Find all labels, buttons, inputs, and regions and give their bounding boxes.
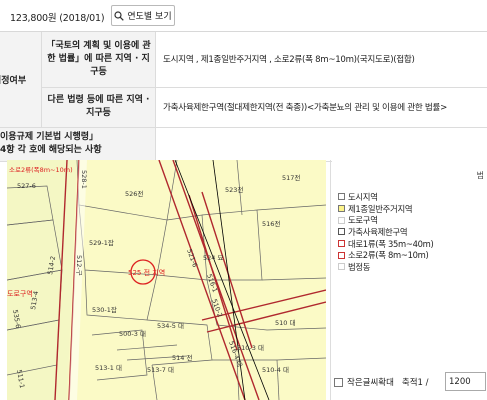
- legend-swatch: [338, 205, 345, 213]
- parcel-label: 534-5 대: [157, 322, 184, 330]
- legend-label: 가축사육제한구역: [348, 226, 408, 237]
- legend-corner-label: 범: [476, 171, 484, 180]
- parcel-label: 517전: [282, 173, 300, 182]
- legend-label: 도시지역: [348, 191, 378, 202]
- parcel-label: 529-1잡: [89, 239, 114, 247]
- legend-item: 소로2류(폭 8m~10m): [338, 249, 434, 261]
- row-value-national-plan: 도시지역 , 제1종일반주거지역 , 소로2류(폭 8m~10m)(국지도로)(…: [155, 32, 487, 88]
- zoom-row: 작은글씨확대 축적1 / 1200: [334, 372, 487, 392]
- parcel-label: 530-1잡: [92, 306, 117, 314]
- target-parcel-label: 525 전 지역: [128, 268, 165, 277]
- legend-label: 도로구역: [348, 215, 378, 226]
- scale-value: 1200: [449, 376, 471, 387]
- table-row: 지정여부 「국토의 계획 및 이용에 관한 법률」에 따른 지역 · 지구등 도…: [0, 32, 487, 128]
- row-head-line: 이용규제 기본법 시행령」: [0, 132, 99, 142]
- parcel-label: 516전: [262, 219, 280, 228]
- parcel-label: 513-1 대: [95, 364, 122, 372]
- parcel-label: 513-7 대: [147, 366, 174, 374]
- legend-list: 도시지역 제1종일반주거지역 도로구역 가축사육제한구역 대로1류(폭 35m~40m)…: [338, 191, 434, 273]
- legend-swatch: [338, 251, 345, 259]
- legend-label: 대로1류(폭 35m~40m): [348, 238, 434, 249]
- official-land-price: 123,800원 (2018/01): [10, 13, 105, 24]
- legend-item: 도시지역: [338, 191, 434, 203]
- parcel-label: 514 전: [172, 353, 192, 362]
- parcel-label: 523전: [225, 185, 243, 194]
- year-view-label: 연도별 보기: [127, 12, 172, 22]
- parcel-label: 510-4 대: [262, 366, 289, 374]
- zone-label: 소로2류(폭8m~10m): [9, 166, 73, 174]
- row-head-national-plan: 「국토의 계획 및 이용에 관한 법률」에 따른 지역 · 지구등: [41, 32, 156, 88]
- parcel-label: 512-구: [75, 255, 83, 276]
- parcel-label: 528-1: [80, 170, 88, 189]
- legend-label: 소로2류(폭 8m~10m): [348, 250, 429, 261]
- legend-swatch: [338, 228, 345, 236]
- parcel-label: 527-6: [17, 182, 36, 190]
- scale-select[interactable]: 1200: [445, 372, 486, 391]
- legend-item: 도로구역: [338, 214, 434, 226]
- parcel-label: 500-3 대: [119, 330, 146, 338]
- legend-panel: 범 도시지역 제1종일반주거지역 도로구역 가축사육제한구역 대로1류(폭 35m~40…: [332, 160, 487, 400]
- year-view-button[interactable]: 연도별 보기: [111, 5, 175, 26]
- parcel-label: 524 묘: [203, 254, 223, 262]
- legend-item: 제1종일반주거지역: [338, 203, 434, 215]
- zoom-checkbox[interactable]: [334, 377, 343, 387]
- table-row: 다른 법령 등에 따른 지역 · 지구등 가축사육제한구역(절대제한지역(전 축…: [0, 87, 487, 128]
- cadastral-map[interactable]: 527-6 526전 523전 529-1잡 524 묘 516전 530-1잡…: [7, 160, 326, 400]
- scale-label: 축적1 /: [401, 378, 429, 388]
- legend-item: 가축사육제한구역: [338, 226, 434, 238]
- zone-label: 도로구역: [7, 289, 33, 298]
- legend-item: 대로1류(폭 35m~40m): [338, 238, 434, 250]
- price-bar: 123,800원 (2018/01) 연도별 보기: [0, 0, 487, 32]
- row-head-enforcement: 이용규제 기본법 시행령」 4항 각 호에 해당되는 사항: [0, 127, 156, 162]
- legend-swatch: [338, 240, 345, 248]
- legend-swatch: [338, 216, 345, 224]
- legend-label: 법정동: [348, 261, 371, 272]
- map-canvas: 527-6 526전 523전 529-1잡 524 묘 516전 530-1잡…: [7, 160, 326, 400]
- parcel-label: 526전: [125, 189, 143, 198]
- land-use-table: 지정여부 「국토의 계획 및 이용에 관한 법률」에 따른 지역 · 지구등 도…: [0, 32, 487, 162]
- row-head-other-laws: 다른 법령 등에 따른 지역 · 지구등: [41, 87, 156, 128]
- legend-item: 법정동: [338, 261, 434, 273]
- row-group-label: 지정여부: [0, 32, 42, 128]
- row-head-line: 4항 각 호에 해당되는 사항: [0, 145, 102, 155]
- parcel-label: 510-3 대: [237, 344, 264, 352]
- legend-swatch: [338, 193, 345, 201]
- table-row: 이용규제 기본법 시행령」 4항 각 호에 해당되는 사항: [0, 127, 487, 162]
- zoom-label: 작은글씨확대: [347, 378, 394, 388]
- row-value-enforcement: [155, 127, 487, 162]
- row-value-other-laws: 가축사육제한구역(절대제한지역(전 축종))<가축분뇨의 관리 및 이용에 관한…: [155, 87, 487, 128]
- legend-swatch: [338, 263, 345, 271]
- search-icon: [114, 10, 125, 21]
- parcel-label: 510 대: [275, 319, 295, 327]
- legend-label: 제1종일반주거지역: [348, 203, 413, 214]
- map-section: 527-6 526전 523전 529-1잡 524 묘 516전 530-1잡…: [0, 160, 487, 400]
- divider: [330, 160, 331, 400]
